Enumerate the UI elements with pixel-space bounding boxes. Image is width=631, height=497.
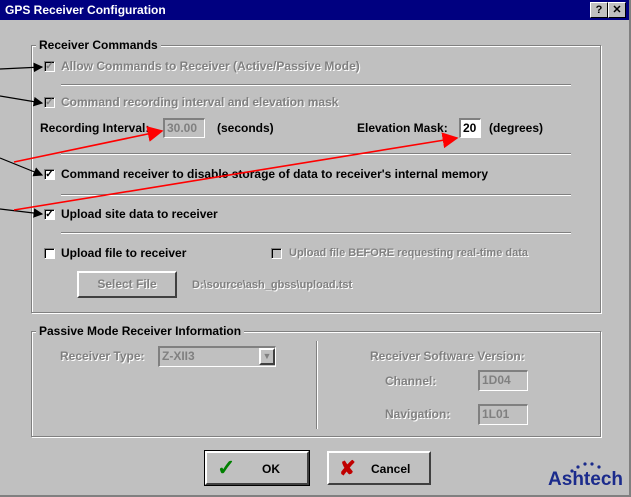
pointer-arrow (0, 95, 44, 107)
pointer-arrow (0, 208, 44, 218)
annotation-overlay (0, 62, 459, 218)
pointer-arrow (0, 62, 44, 73)
dialog-window: GPS Receiver Configuration ? ✕ Receiver … (0, 0, 631, 497)
red-arrow-interval (13, 126, 164, 163)
